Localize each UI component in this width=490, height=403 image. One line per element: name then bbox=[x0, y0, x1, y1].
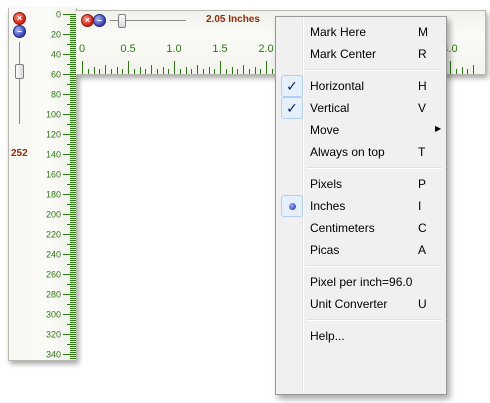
vertical-tick-label: 320 bbox=[46, 330, 61, 340]
horizontal-ruler-minimize-icon[interactable]: – bbox=[93, 14, 106, 27]
vertical-tick-label: 40 bbox=[51, 50, 61, 60]
menu-item-label: Help... bbox=[310, 329, 345, 343]
menu-item-label: Picas bbox=[310, 243, 340, 257]
menu-item-mark-here[interactable]: Mark Here M bbox=[278, 21, 444, 43]
menu-item-pixel-per-inch[interactable]: Pixel per inch=96.0 bbox=[278, 271, 444, 293]
menu-item-label: Centimeters bbox=[310, 221, 375, 235]
menu-item-always-on-top[interactable]: Always on top T bbox=[278, 141, 444, 163]
vertical-tick-label: 20 bbox=[51, 30, 61, 40]
menu-item-help[interactable]: Help... bbox=[278, 325, 444, 347]
menu-item-shortcut: I bbox=[418, 199, 422, 213]
horizontal-slider-thumb[interactable] bbox=[118, 14, 126, 28]
vertical-tick-label: 260 bbox=[46, 270, 61, 280]
menu-item-inches[interactable]: Inches I bbox=[278, 195, 444, 217]
vertical-tick-label: 240 bbox=[46, 250, 61, 260]
horizontal-tick-label: 1.0 bbox=[166, 43, 181, 55]
menu-item-vertical[interactable]: ✓ Vertical V bbox=[278, 97, 444, 119]
vertical-tick-label: 0 bbox=[56, 10, 61, 20]
vertical-tick-label: 280 bbox=[46, 290, 61, 300]
checkmark-icon: ✓ bbox=[281, 75, 303, 97]
vertical-tick-label: 200 bbox=[46, 210, 61, 220]
vertical-slider-track bbox=[19, 42, 20, 124]
horizontal-tick-label: 0 bbox=[79, 43, 85, 55]
vertical-tick-label: 80 bbox=[51, 90, 61, 100]
menu-item-label: Inches bbox=[310, 199, 346, 213]
menu-item-shortcut: M bbox=[418, 25, 428, 39]
menu-item-move[interactable]: Move ▶ bbox=[278, 119, 444, 141]
menu-item-centimeters[interactable]: Centimeters C bbox=[278, 217, 444, 239]
horizontal-tick-label: 2.0 bbox=[258, 43, 273, 55]
submenu-arrow-icon: ▶ bbox=[435, 124, 442, 133]
menu-separator bbox=[306, 69, 442, 71]
context-menu: Mark Here M Mark Center R ✓ Horizontal H… bbox=[275, 16, 447, 395]
vertical-tick-label: 180 bbox=[46, 190, 61, 200]
menu-item-label: Pixels bbox=[310, 177, 343, 191]
menu-item-shortcut: U bbox=[418, 297, 427, 311]
vertical-ruler[interactable]: 0 20 40 60 80 100 120 140 160 180 200 220 240 260 280 3… bbox=[8, 8, 77, 361]
vertical-ruler-minimize-icon[interactable]: – bbox=[13, 25, 26, 38]
checkmark-icon: ✓ bbox=[281, 97, 303, 119]
horizontal-tick-label: 0.5 bbox=[120, 43, 135, 55]
menu-item-label: Mark Center bbox=[310, 47, 377, 61]
menu-item-shortcut: R bbox=[418, 47, 427, 61]
vertical-ruler-close-icon[interactable]: × bbox=[13, 12, 26, 25]
menu-item-pixels[interactable]: Pixels P bbox=[278, 173, 444, 195]
vertical-tick-label: 300 bbox=[46, 310, 61, 320]
vertical-tick-label: 100 bbox=[46, 110, 61, 120]
radio-selected-icon bbox=[281, 195, 303, 217]
menu-separator bbox=[306, 167, 442, 169]
vertical-tick-label: 160 bbox=[46, 170, 61, 180]
vertical-slider-thumb[interactable] bbox=[15, 64, 24, 79]
menu-item-label: Always on top bbox=[310, 145, 385, 159]
menu-separator bbox=[306, 265, 442, 267]
menu-item-shortcut: H bbox=[418, 79, 427, 93]
menu-item-shortcut: A bbox=[418, 243, 427, 257]
menu-item-mark-center[interactable]: Mark Center R bbox=[278, 43, 444, 65]
vertical-tick-label: 220 bbox=[46, 230, 61, 240]
menu-item-shortcut: C bbox=[418, 221, 427, 235]
menu-item-label: Horizontal bbox=[310, 79, 365, 93]
menu-separator bbox=[306, 319, 442, 321]
vertical-tick-label: 340 bbox=[46, 350, 61, 360]
menu-item-label: Vertical bbox=[310, 101, 350, 115]
horizontal-position-readout: 2.05 Inches bbox=[206, 14, 260, 25]
vertical-tick-label: 140 bbox=[46, 150, 61, 160]
menu-item-label: Move bbox=[310, 123, 340, 137]
menu-item-unit-converter[interactable]: Unit Converter U bbox=[278, 293, 444, 315]
vertical-position-readout: 252 bbox=[11, 148, 28, 159]
vertical-tick-label: 60 bbox=[51, 70, 61, 80]
horizontal-tick-label: 1.5 bbox=[212, 43, 227, 55]
menu-item-label: Unit Converter bbox=[310, 297, 388, 311]
menu-item-shortcut: V bbox=[418, 101, 427, 115]
menu-item-picas[interactable]: Picas A bbox=[278, 239, 444, 261]
menu-item-shortcut: T bbox=[418, 145, 426, 159]
vertical-tick-label: 120 bbox=[46, 130, 61, 140]
menu-item-label: Mark Here bbox=[310, 25, 367, 39]
menu-item-label: Pixel per inch=96.0 bbox=[310, 275, 413, 289]
menu-item-shortcut: P bbox=[418, 177, 427, 191]
menu-item-horizontal[interactable]: ✓ Horizontal H bbox=[278, 75, 444, 97]
